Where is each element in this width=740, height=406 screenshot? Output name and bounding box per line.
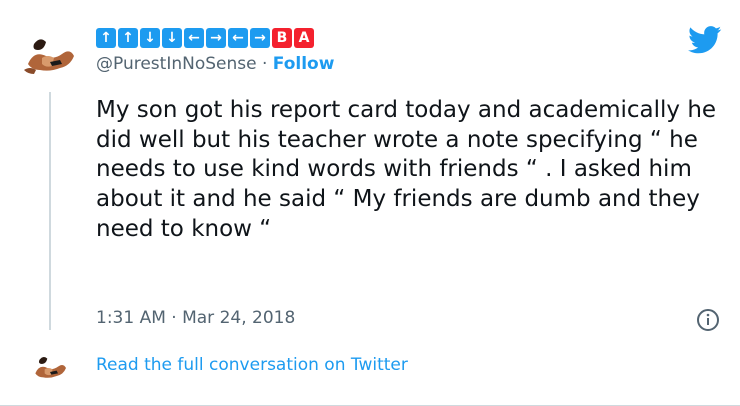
display-name[interactable]: ↑ ↑ ↓ ↓ ← → ← → B A [96,26,314,50]
key-right-icon: → [206,28,226,48]
key-up-icon: ↑ [118,28,138,48]
info-icon[interactable] [696,308,720,332]
key-down-icon: ↓ [140,28,160,48]
user-handle[interactable]: @PurestInNoSense [96,54,257,74]
follow-button[interactable]: Follow [273,54,335,74]
key-right-icon: → [250,28,270,48]
key-up-icon: ↑ [96,28,116,48]
twitter-bird-icon[interactable] [688,26,722,54]
separator-dot: · [261,54,268,74]
handle-row: @PurestInNoSense · Follow [96,54,334,74]
tweet-card: ↑ ↑ ↓ ↓ ← → ← → B A @PurestInNoSense · F… [0,0,740,406]
small-avatar[interactable] [30,348,70,388]
thread-line [49,92,51,330]
avatar[interactable] [20,26,80,86]
tweet-text: My son got his report card today and aca… [96,97,717,242]
read-conversation-link[interactable]: Read the full conversation on Twitter [96,355,408,375]
key-down-icon: ↓ [162,28,182,48]
key-a-icon: A [294,28,314,48]
key-left-icon: ← [184,28,204,48]
tweet-timestamp[interactable]: 1:31 AM · Mar 24, 2018 [96,308,295,328]
key-b-icon: B [272,28,292,48]
key-left-icon: ← [228,28,248,48]
